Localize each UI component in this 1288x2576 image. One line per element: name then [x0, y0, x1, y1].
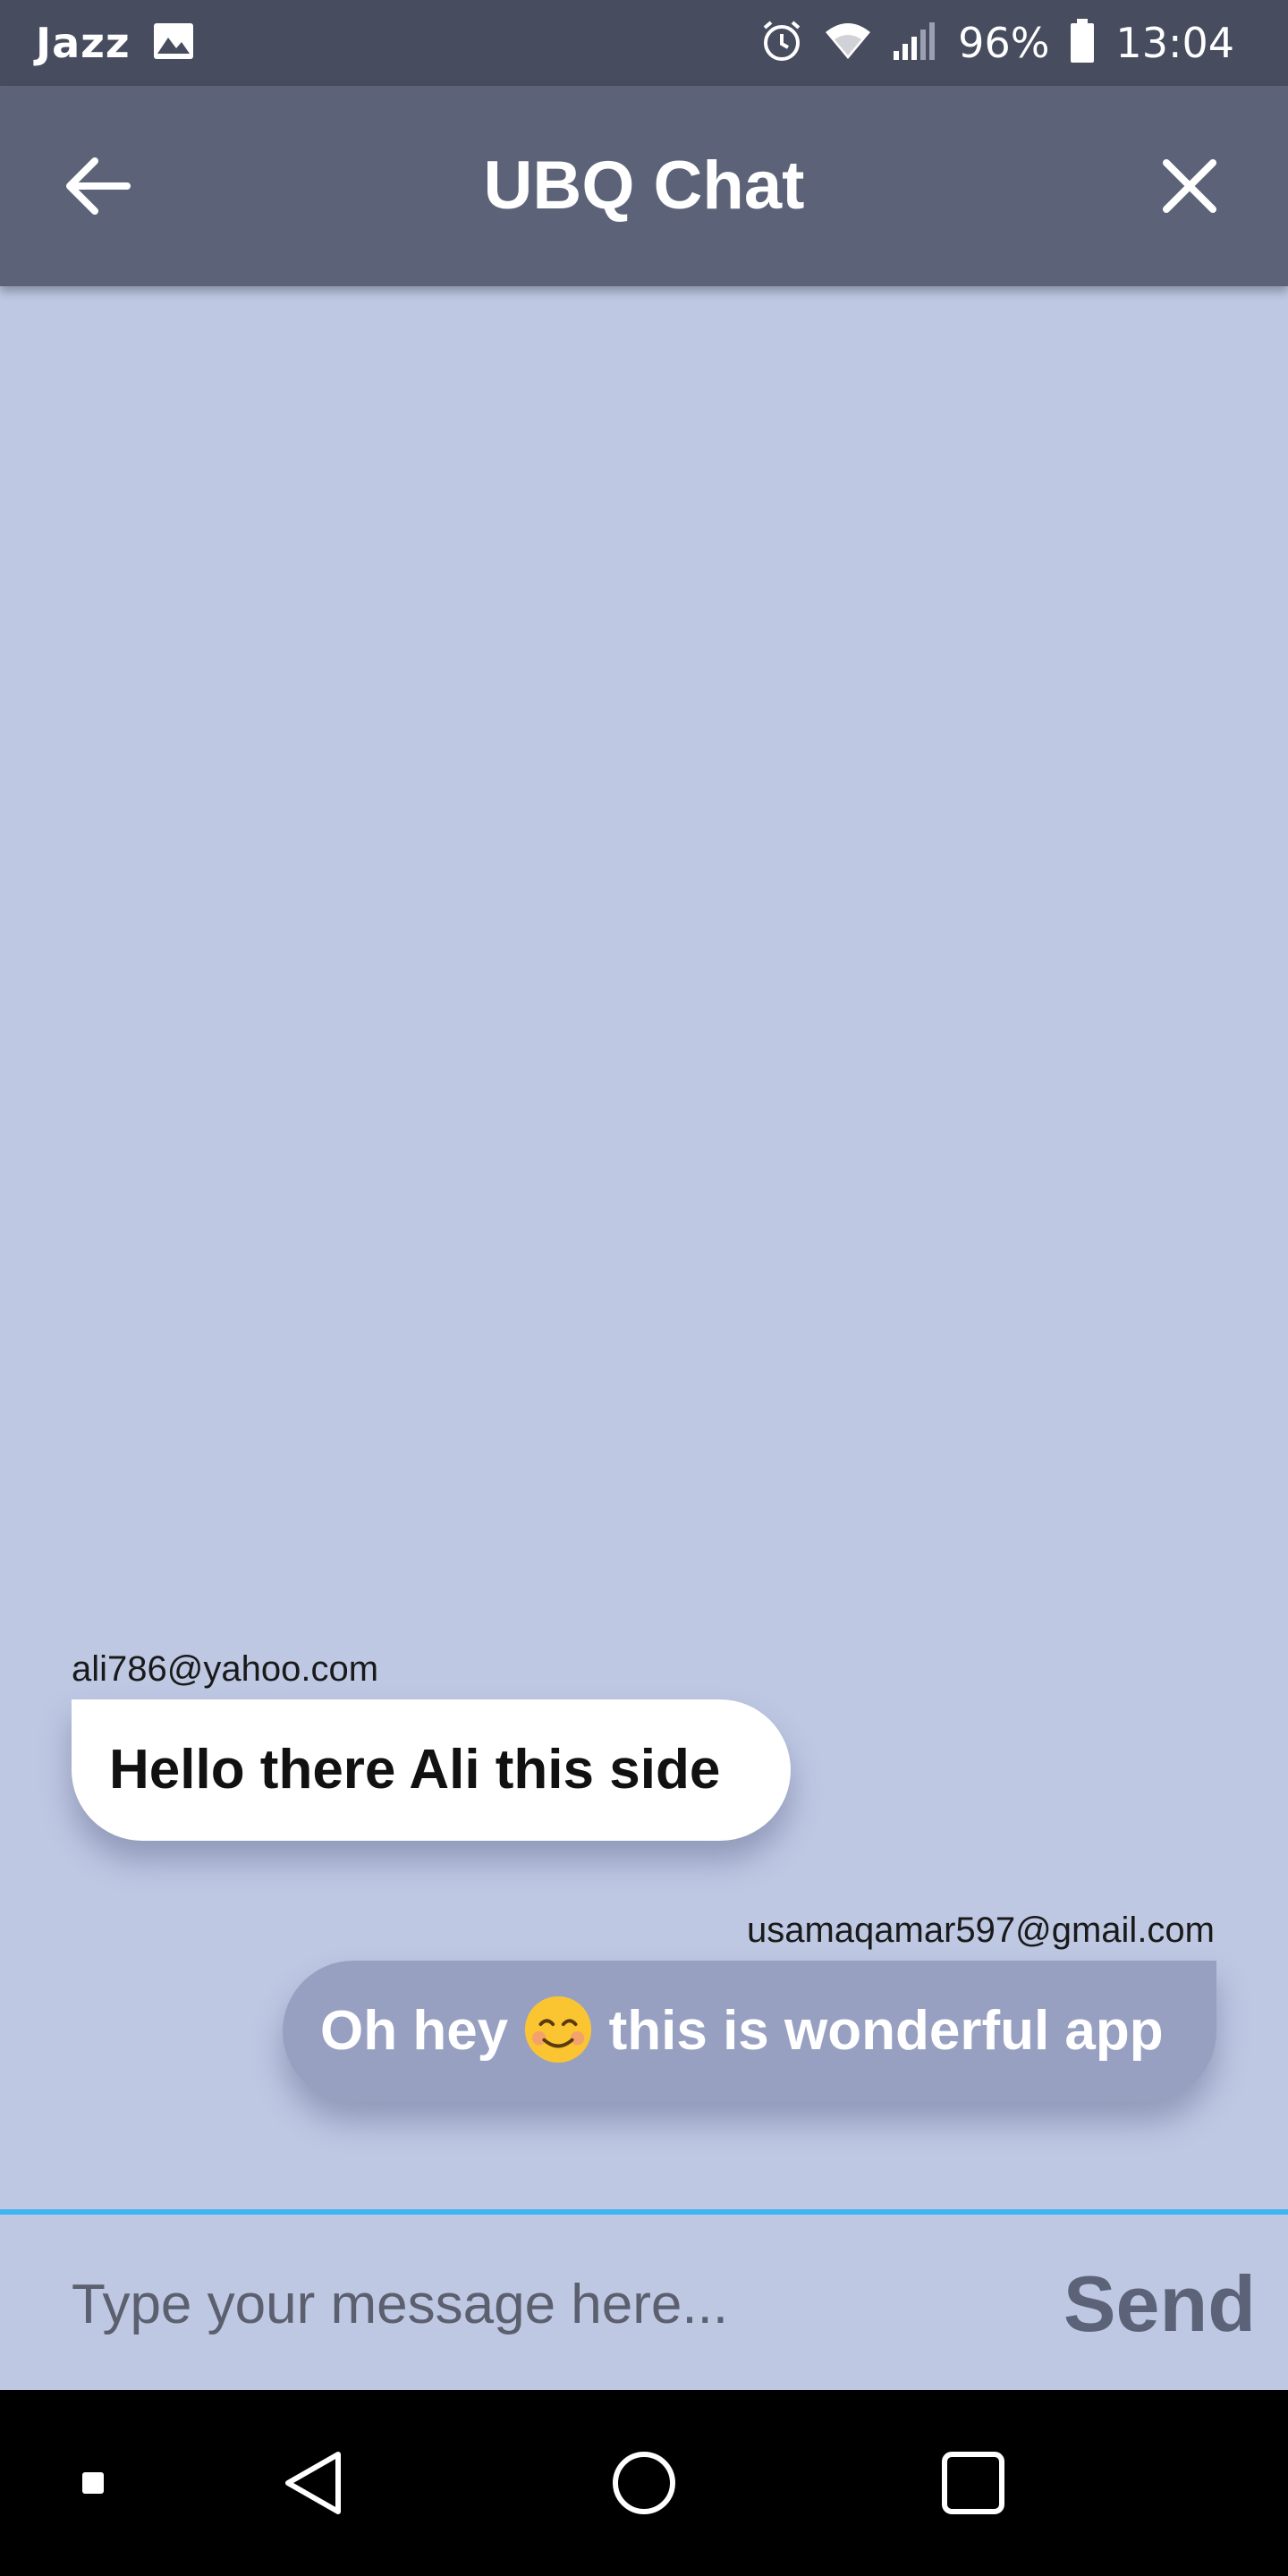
message-composer: Send: [0, 2209, 1288, 2390]
message-input[interactable]: [72, 2250, 1020, 2358]
app-bar: UBQ Chat: [0, 86, 1288, 286]
smiling-face-emoji-icon: [525, 1996, 592, 2063]
overview-square-icon: [942, 2452, 1004, 2514]
home-nav-button[interactable]: [597, 2436, 691, 2529]
status-left: Jazz: [36, 0, 195, 86]
home-circle-icon: [613, 2452, 675, 2514]
battery-icon: [1069, 18, 1096, 68]
send-button[interactable]: Send: [1063, 2241, 1256, 2367]
battery-percent: 96%: [958, 19, 1050, 67]
back-nav-button[interactable]: [268, 2436, 361, 2529]
message-text-part: this is wonderful app: [608, 2000, 1164, 2062]
page-title: UBQ Chat: [483, 148, 805, 224]
status-right: 96% 13:04: [759, 0, 1234, 86]
system-nav-bar: [0, 2390, 1288, 2576]
recents-dot-button[interactable]: [47, 2436, 140, 2529]
message-sender: usamaqamar597@gmail.com: [746, 1911, 1215, 1950]
wifi-icon: [824, 21, 872, 65]
message-text-part: Oh hey: [320, 2000, 524, 2062]
chat-screen: Jazz 96% 13:04 UBQ Chat ali786@yahoo.com…: [0, 0, 1288, 2576]
back-triangle-icon: [285, 2452, 341, 2514]
image-icon: [152, 21, 195, 65]
status-bar: Jazz 96% 13:04: [0, 0, 1288, 86]
carrier-name: Jazz: [36, 19, 131, 67]
message-sender: ali786@yahoo.com: [72, 1649, 379, 1689]
close-icon: [1163, 159, 1216, 213]
clock: 13:04: [1115, 19, 1234, 67]
close-button[interactable]: [1145, 141, 1234, 231]
message-text: Hello there Ali this side: [109, 1739, 721, 1801]
message-bubble-received[interactable]: Hello there Ali this side: [72, 1699, 791, 1841]
message-bubble-sent[interactable]: Oh hey this is wonderful app: [283, 1961, 1216, 2102]
alarm-icon: [759, 19, 804, 68]
recents-dot-icon: [82, 2472, 104, 2494]
signal-icon: [892, 21, 938, 66]
overview-nav-button[interactable]: [927, 2436, 1020, 2529]
